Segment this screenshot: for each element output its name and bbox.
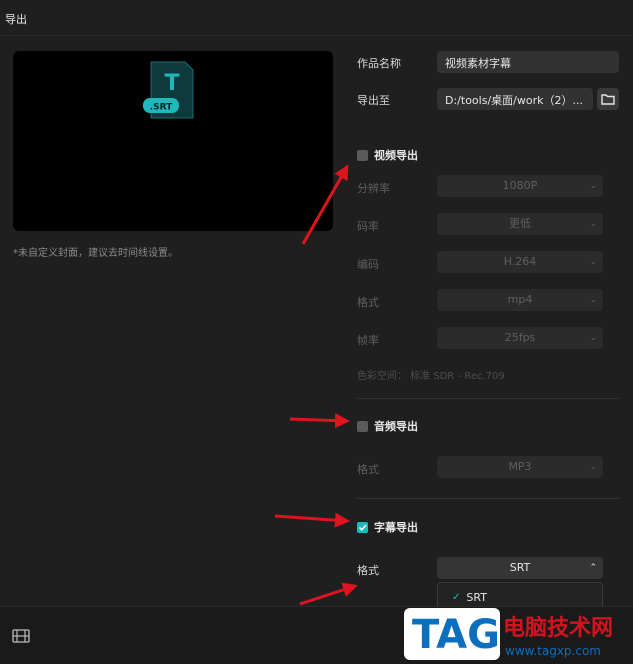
- video-format-select: mp4 ⌄: [437, 289, 603, 311]
- video-export-toggle[interactable]: 视频导出: [357, 147, 418, 163]
- dropdown-option-srt[interactable]: ✓ SRT: [452, 591, 487, 604]
- audio-format-label: 格式: [357, 463, 379, 476]
- resolution-label: 分辨率: [357, 182, 390, 195]
- bitrate-select: 更低 ⌄: [437, 213, 603, 235]
- chevron-up-icon: ⌃: [589, 563, 597, 573]
- resolution-select: 1080P ⌄: [437, 175, 603, 197]
- watermark-logo: TAG: [404, 608, 500, 660]
- arrow-audio-export: [289, 413, 350, 429]
- check-icon: [358, 524, 367, 531]
- chevron-down-icon: ⌄: [589, 219, 597, 229]
- subtitle-format-label: 格式: [357, 564, 379, 577]
- bitrate-label: 码率: [357, 220, 379, 233]
- srt-badge-text: .SRT: [150, 103, 173, 113]
- subtitle-export-checkbox[interactable]: [357, 521, 368, 533]
- video-export-checkbox[interactable]: [357, 149, 368, 161]
- browse-folder-button[interactable]: [597, 88, 619, 110]
- resolution-value: 1080P: [502, 179, 538, 192]
- video-format-label: 格式: [357, 296, 379, 309]
- audio-export-checkbox[interactable]: [357, 420, 368, 432]
- audio-export-label: 音频导出: [374, 420, 418, 433]
- cover-note: *未自定义封面，建议去时间线设置。: [13, 248, 178, 259]
- color-space-info: 色彩空间： 标准 SDR - Rec.709: [357, 371, 505, 382]
- framerate-label: 帧率: [357, 334, 379, 347]
- arrow-subtitle-format: [299, 582, 358, 606]
- section-divider: [357, 398, 619, 399]
- chevron-down-icon: ⌄: [589, 295, 597, 305]
- audio-export-toggle[interactable]: 音频导出: [357, 418, 418, 434]
- framerate-select: 25fps ⌄: [437, 327, 603, 349]
- chevron-down-icon: ⌄: [589, 181, 597, 191]
- framerate-value: 25fps: [504, 331, 536, 344]
- video-format-value: mp4: [507, 293, 533, 306]
- arrow-subtitle-export: [274, 512, 350, 528]
- codec-value: H.264: [503, 255, 537, 268]
- chevron-down-icon: ⌄: [589, 462, 597, 472]
- audio-format-value: MP3: [508, 460, 532, 473]
- work-name-label: 作品名称: [357, 57, 401, 70]
- codec-label: 编码: [357, 258, 379, 271]
- srt-icon-letter: T: [164, 71, 179, 96]
- folder-icon: [601, 94, 615, 105]
- subtitle-export-toggle[interactable]: 字幕导出: [357, 519, 418, 535]
- audio-format-select: MP3 ⌄: [437, 456, 603, 478]
- bitrate-value: 更低: [509, 217, 531, 230]
- chevron-down-icon: ⌄: [589, 333, 597, 343]
- watermark-title: 电脑技术网: [503, 616, 614, 641]
- watermark-tag-text: TAG: [412, 612, 500, 658]
- video-export-label: 视频导出: [374, 149, 418, 162]
- chevron-down-icon: ⌄: [589, 257, 597, 267]
- check-icon: ✓: [452, 592, 461, 603]
- subtitle-format-select[interactable]: SRT ⌃: [437, 557, 603, 579]
- title-bar: 导出: [0, 0, 633, 36]
- watermark-url: www.tagxp.com: [505, 644, 601, 658]
- subtitle-export-label: 字幕导出: [374, 521, 418, 534]
- dropdown-option-label: SRT: [466, 591, 487, 604]
- film-icon[interactable]: [12, 629, 30, 643]
- export-path-input[interactable]: D:/tools/桌面/work（2）...: [437, 88, 593, 110]
- codec-select: H.264 ⌄: [437, 251, 603, 273]
- subtitle-format-value: SRT: [509, 561, 531, 574]
- work-name-input[interactable]: 视频素材字幕: [437, 51, 619, 73]
- export-to-label: 导出至: [357, 94, 390, 107]
- window-title: 导出: [5, 13, 27, 26]
- section-divider: [357, 498, 619, 499]
- srt-file-icon: T .SRT: [143, 61, 194, 119]
